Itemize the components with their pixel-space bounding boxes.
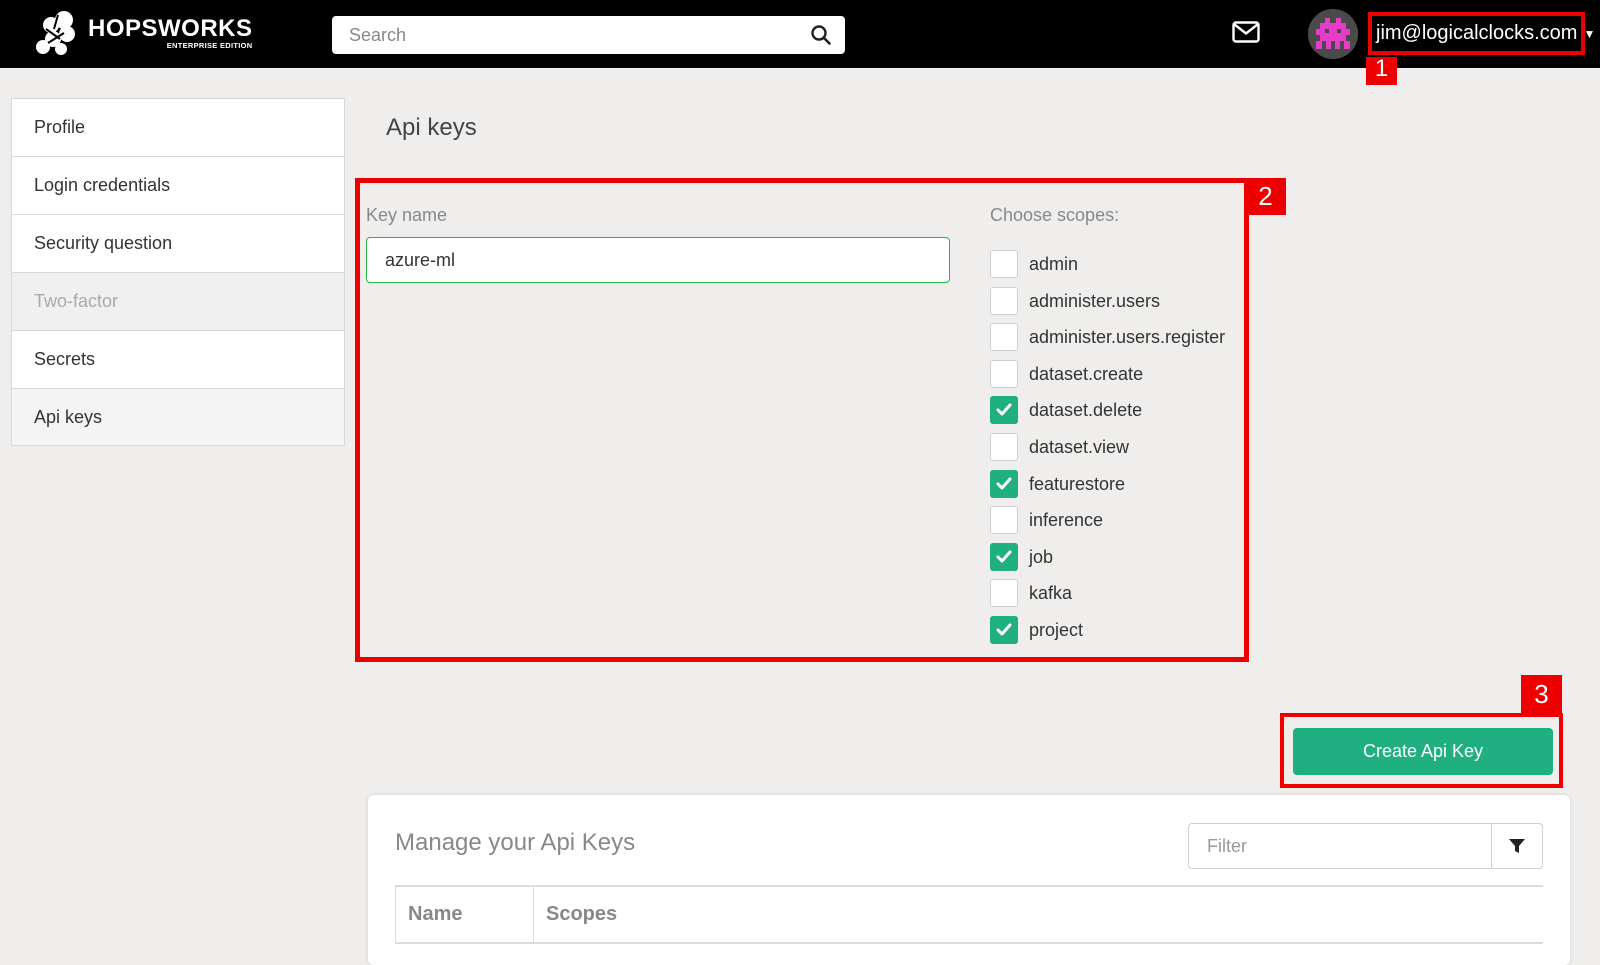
scope-name: project — [1029, 619, 1084, 640]
filter-button[interactable] — [1491, 824, 1542, 868]
scopes-label: Choose scopes: — [990, 205, 1120, 225]
top-navbar: HOPSWORKS ENTERPRISE EDITION Search jim@… — [0, 0, 1600, 68]
scope-name: admin — [1029, 254, 1079, 274]
scope-checkbox[interactable] — [990, 579, 1018, 608]
settings-sidebar: Profile Login credentials Security quest… — [11, 98, 345, 446]
scope-option[interactable]: dataset.delete — [990, 396, 1225, 433]
hops-logo-icon — [36, 11, 75, 55]
checkmark-icon — [996, 477, 1012, 490]
sidebar-item-two-factor: Two-factor — [11, 272, 345, 330]
column-header-scopes[interactable]: Scopes — [534, 887, 617, 942]
search-input[interactable] — [332, 16, 782, 54]
scope-option[interactable]: administer.users — [990, 286, 1225, 324]
scope-checkbox[interactable] — [990, 506, 1018, 535]
filter-group — [1188, 823, 1543, 869]
avatar-invader-icon — [1308, 9, 1358, 59]
scope-option[interactable]: dataset.view — [990, 432, 1225, 470]
scope-name: job — [1029, 546, 1054, 567]
filter-icon — [1509, 839, 1525, 853]
scope-name: administer.users.register — [1029, 327, 1226, 348]
filter-input[interactable] — [1189, 824, 1491, 868]
caret-down-icon: ▼ — [1583, 26, 1596, 41]
scope-name: dataset.view — [1029, 436, 1130, 457]
scope-checkbox[interactable] — [990, 250, 1018, 278]
annotation-marker-2: 2 — [1245, 178, 1286, 215]
checkmark-icon — [996, 403, 1012, 416]
create-api-key-button[interactable]: Create Api Key — [1293, 728, 1553, 775]
hopsworks-logo[interactable]: HOPSWORKS ENTERPRISE EDITION — [34, 9, 253, 57]
manage-title: Manage your Api Keys — [395, 829, 636, 856]
sidebar-item-profile[interactable]: Profile — [11, 98, 345, 156]
api-keys-table-header: Name Scopes — [395, 885, 1543, 944]
key-name-label: Key name — [366, 205, 448, 225]
annotation-marker-3: 3 — [1521, 675, 1562, 714]
search-icon[interactable] — [811, 25, 831, 45]
scope-checkbox[interactable] — [990, 396, 1018, 425]
scope-name: dataset.create — [1029, 363, 1144, 384]
sidebar-item-security-question[interactable]: Security question — [11, 214, 345, 272]
scope-name: featurestore — [1029, 473, 1126, 494]
scope-checkbox[interactable] — [990, 359, 1018, 388]
scope-checkbox[interactable] — [990, 323, 1018, 352]
user-menu-dropdown[interactable]: jim@logicalclocks.com ▼ — [1368, 12, 1595, 55]
scope-checkbox[interactable] — [990, 286, 1018, 315]
column-header-name[interactable]: Name — [395, 887, 534, 942]
sidebar-item-secrets[interactable]: Secrets — [11, 330, 345, 388]
sidebar-item-login-credentials[interactable]: Login credentials — [11, 156, 345, 214]
brand-title: HOPSWORKS — [88, 14, 253, 42]
key-name-input[interactable] — [366, 237, 950, 283]
scope-name: dataset.delete — [1029, 400, 1143, 421]
brand-subtitle: ENTERPRISE EDITION — [166, 40, 253, 50]
scope-option[interactable]: inference — [990, 506, 1225, 543]
scope-checkbox[interactable] — [990, 432, 1018, 461]
sidebar-item-api-keys[interactable]: Api keys — [11, 388, 345, 446]
manage-api-keys-card: Manage your Api Keys Name Scopes — [368, 795, 1570, 965]
mail-icon[interactable] — [1232, 21, 1260, 43]
scope-checkbox[interactable] — [990, 615, 1018, 644]
user-avatar[interactable] — [1308, 9, 1358, 59]
page-title: Api keys — [386, 114, 477, 141]
scope-option[interactable]: kafka — [990, 579, 1225, 616]
scope-option[interactable]: job — [990, 542, 1225, 580]
search-bar — [332, 16, 845, 54]
scope-name: administer.users — [1029, 290, 1161, 311]
scope-name: kafka — [1029, 583, 1073, 604]
scope-option[interactable]: admin — [990, 250, 1225, 287]
scope-option[interactable]: administer.users.register — [990, 323, 1225, 360]
scope-option[interactable]: dataset.create — [990, 359, 1225, 397]
scope-option[interactable]: project — [990, 615, 1225, 653]
scope-checkbox-list: admin administer.users administer.users.re… — [990, 250, 1225, 653]
scope-checkbox[interactable] — [990, 469, 1018, 498]
scope-name: inference — [1029, 510, 1104, 531]
annotation-marker-1: 1 — [1366, 57, 1397, 85]
scope-checkbox[interactable] — [990, 542, 1018, 571]
checkmark-icon — [996, 623, 1012, 636]
user-email: jim@logicalclocks.com — [1376, 22, 1578, 44]
checkmark-icon — [996, 550, 1012, 563]
scope-option[interactable]: featurestore — [990, 469, 1225, 507]
